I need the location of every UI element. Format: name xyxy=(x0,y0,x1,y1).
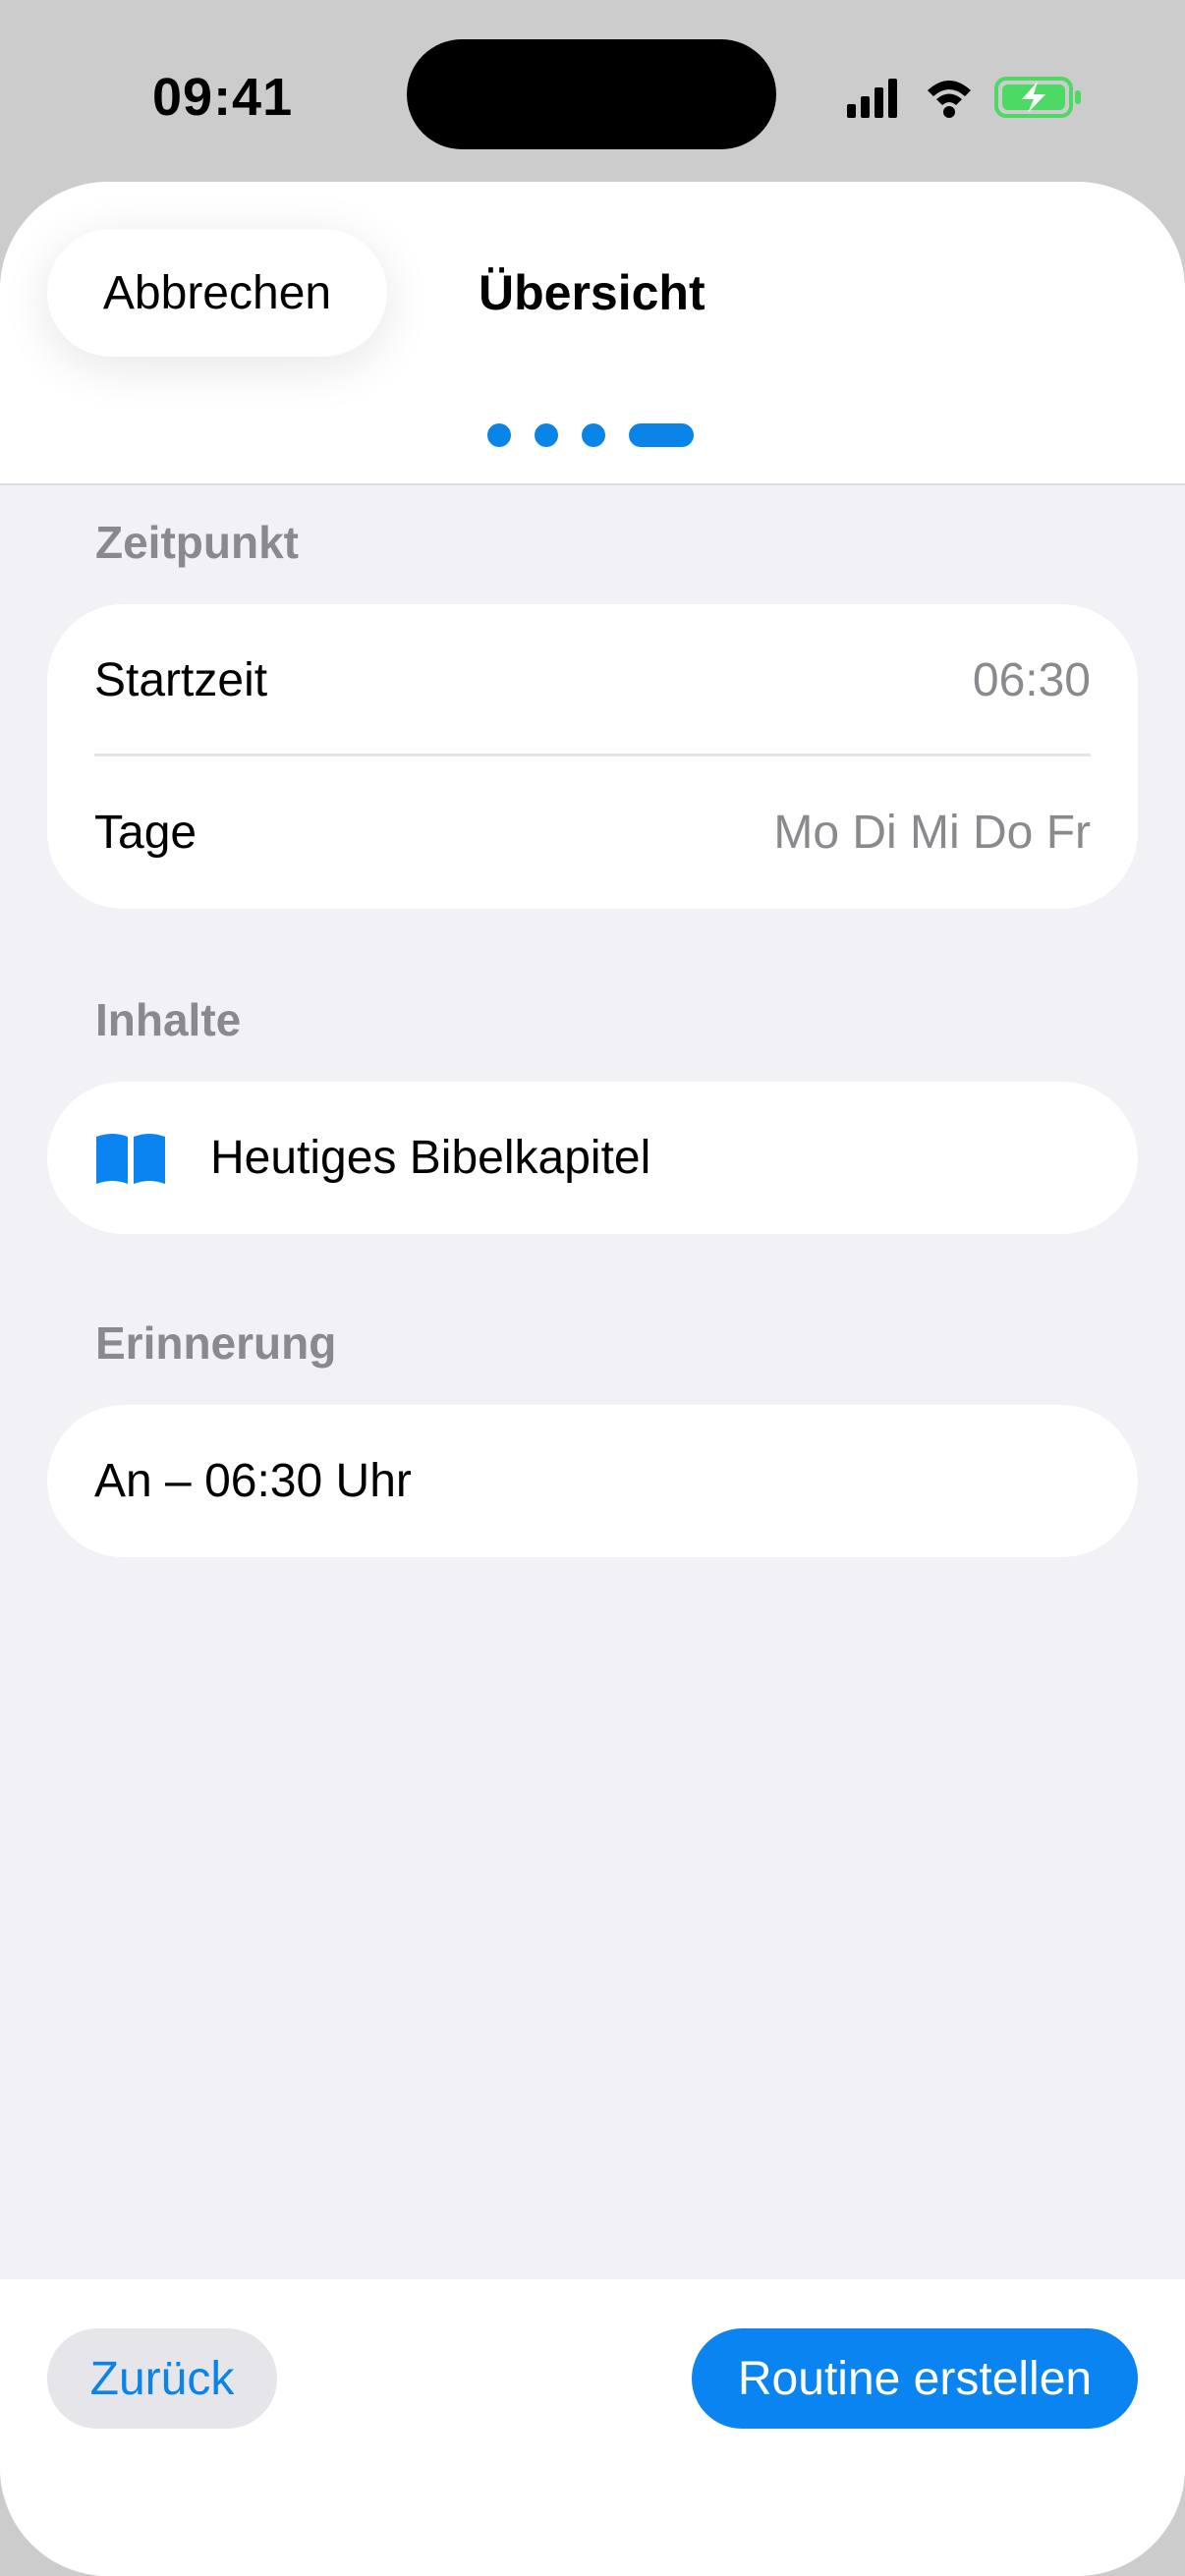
days-row[interactable]: Tage Mo Di Mi Do Fr xyxy=(47,756,1138,909)
status-time: 09:41 xyxy=(152,68,294,127)
sheet-header: Abbrechen Übersicht xyxy=(0,182,1185,485)
content-item-label: Heutiges Bibelkapitel xyxy=(210,1132,651,1184)
days-label: Tage xyxy=(94,807,198,859)
step-indicator xyxy=(487,423,694,447)
dynamic-island xyxy=(407,39,776,149)
status-icons xyxy=(847,77,1081,118)
step-dot xyxy=(487,423,511,447)
section-label-inhalte: Inhalte xyxy=(95,994,242,1045)
step-dot-active xyxy=(629,423,694,447)
reminder-row[interactable]: An – 06:30 Uhr xyxy=(47,1405,1138,1557)
signal-icon xyxy=(847,79,897,118)
content-item-row[interactable]: Heutiges Bibelkapitel xyxy=(47,1082,1138,1234)
page-title: Übersicht xyxy=(479,265,705,320)
section-label-zeitpunkt: Zeitpunkt xyxy=(95,517,299,568)
book-icon xyxy=(96,1133,165,1184)
create-routine-button[interactable]: Routine erstellen xyxy=(692,2328,1138,2429)
reminder-value: An – 06:30 Uhr xyxy=(94,1455,412,1507)
cancel-button[interactable]: Abbrechen xyxy=(47,229,387,357)
section-label-erinnerung: Erinnerung xyxy=(95,1317,337,1369)
days-value: Mo Di Mi Do Fr xyxy=(773,807,1091,859)
inhalte-card: Heutiges Bibelkapitel xyxy=(47,1082,1138,1234)
status-bar: 09:41 xyxy=(0,0,1185,182)
erinnerung-card: An – 06:30 Uhr xyxy=(47,1405,1138,1557)
start-time-value: 06:30 xyxy=(972,654,1091,706)
back-button[interactable]: Zurück xyxy=(47,2328,277,2429)
start-time-label: Startzeit xyxy=(94,654,268,706)
battery-charging-icon xyxy=(994,77,1081,118)
step-dot xyxy=(535,423,558,447)
zeitpunkt-card: Startzeit 06:30 Tage Mo Di Mi Do Fr xyxy=(47,604,1138,909)
wifi-icon xyxy=(928,81,971,118)
step-dot xyxy=(582,423,605,447)
modal-sheet: Abbrechen Übersicht Zeitpunkt Startzeit … xyxy=(0,182,1185,2576)
start-time-row[interactable]: Startzeit 06:30 xyxy=(47,604,1138,756)
